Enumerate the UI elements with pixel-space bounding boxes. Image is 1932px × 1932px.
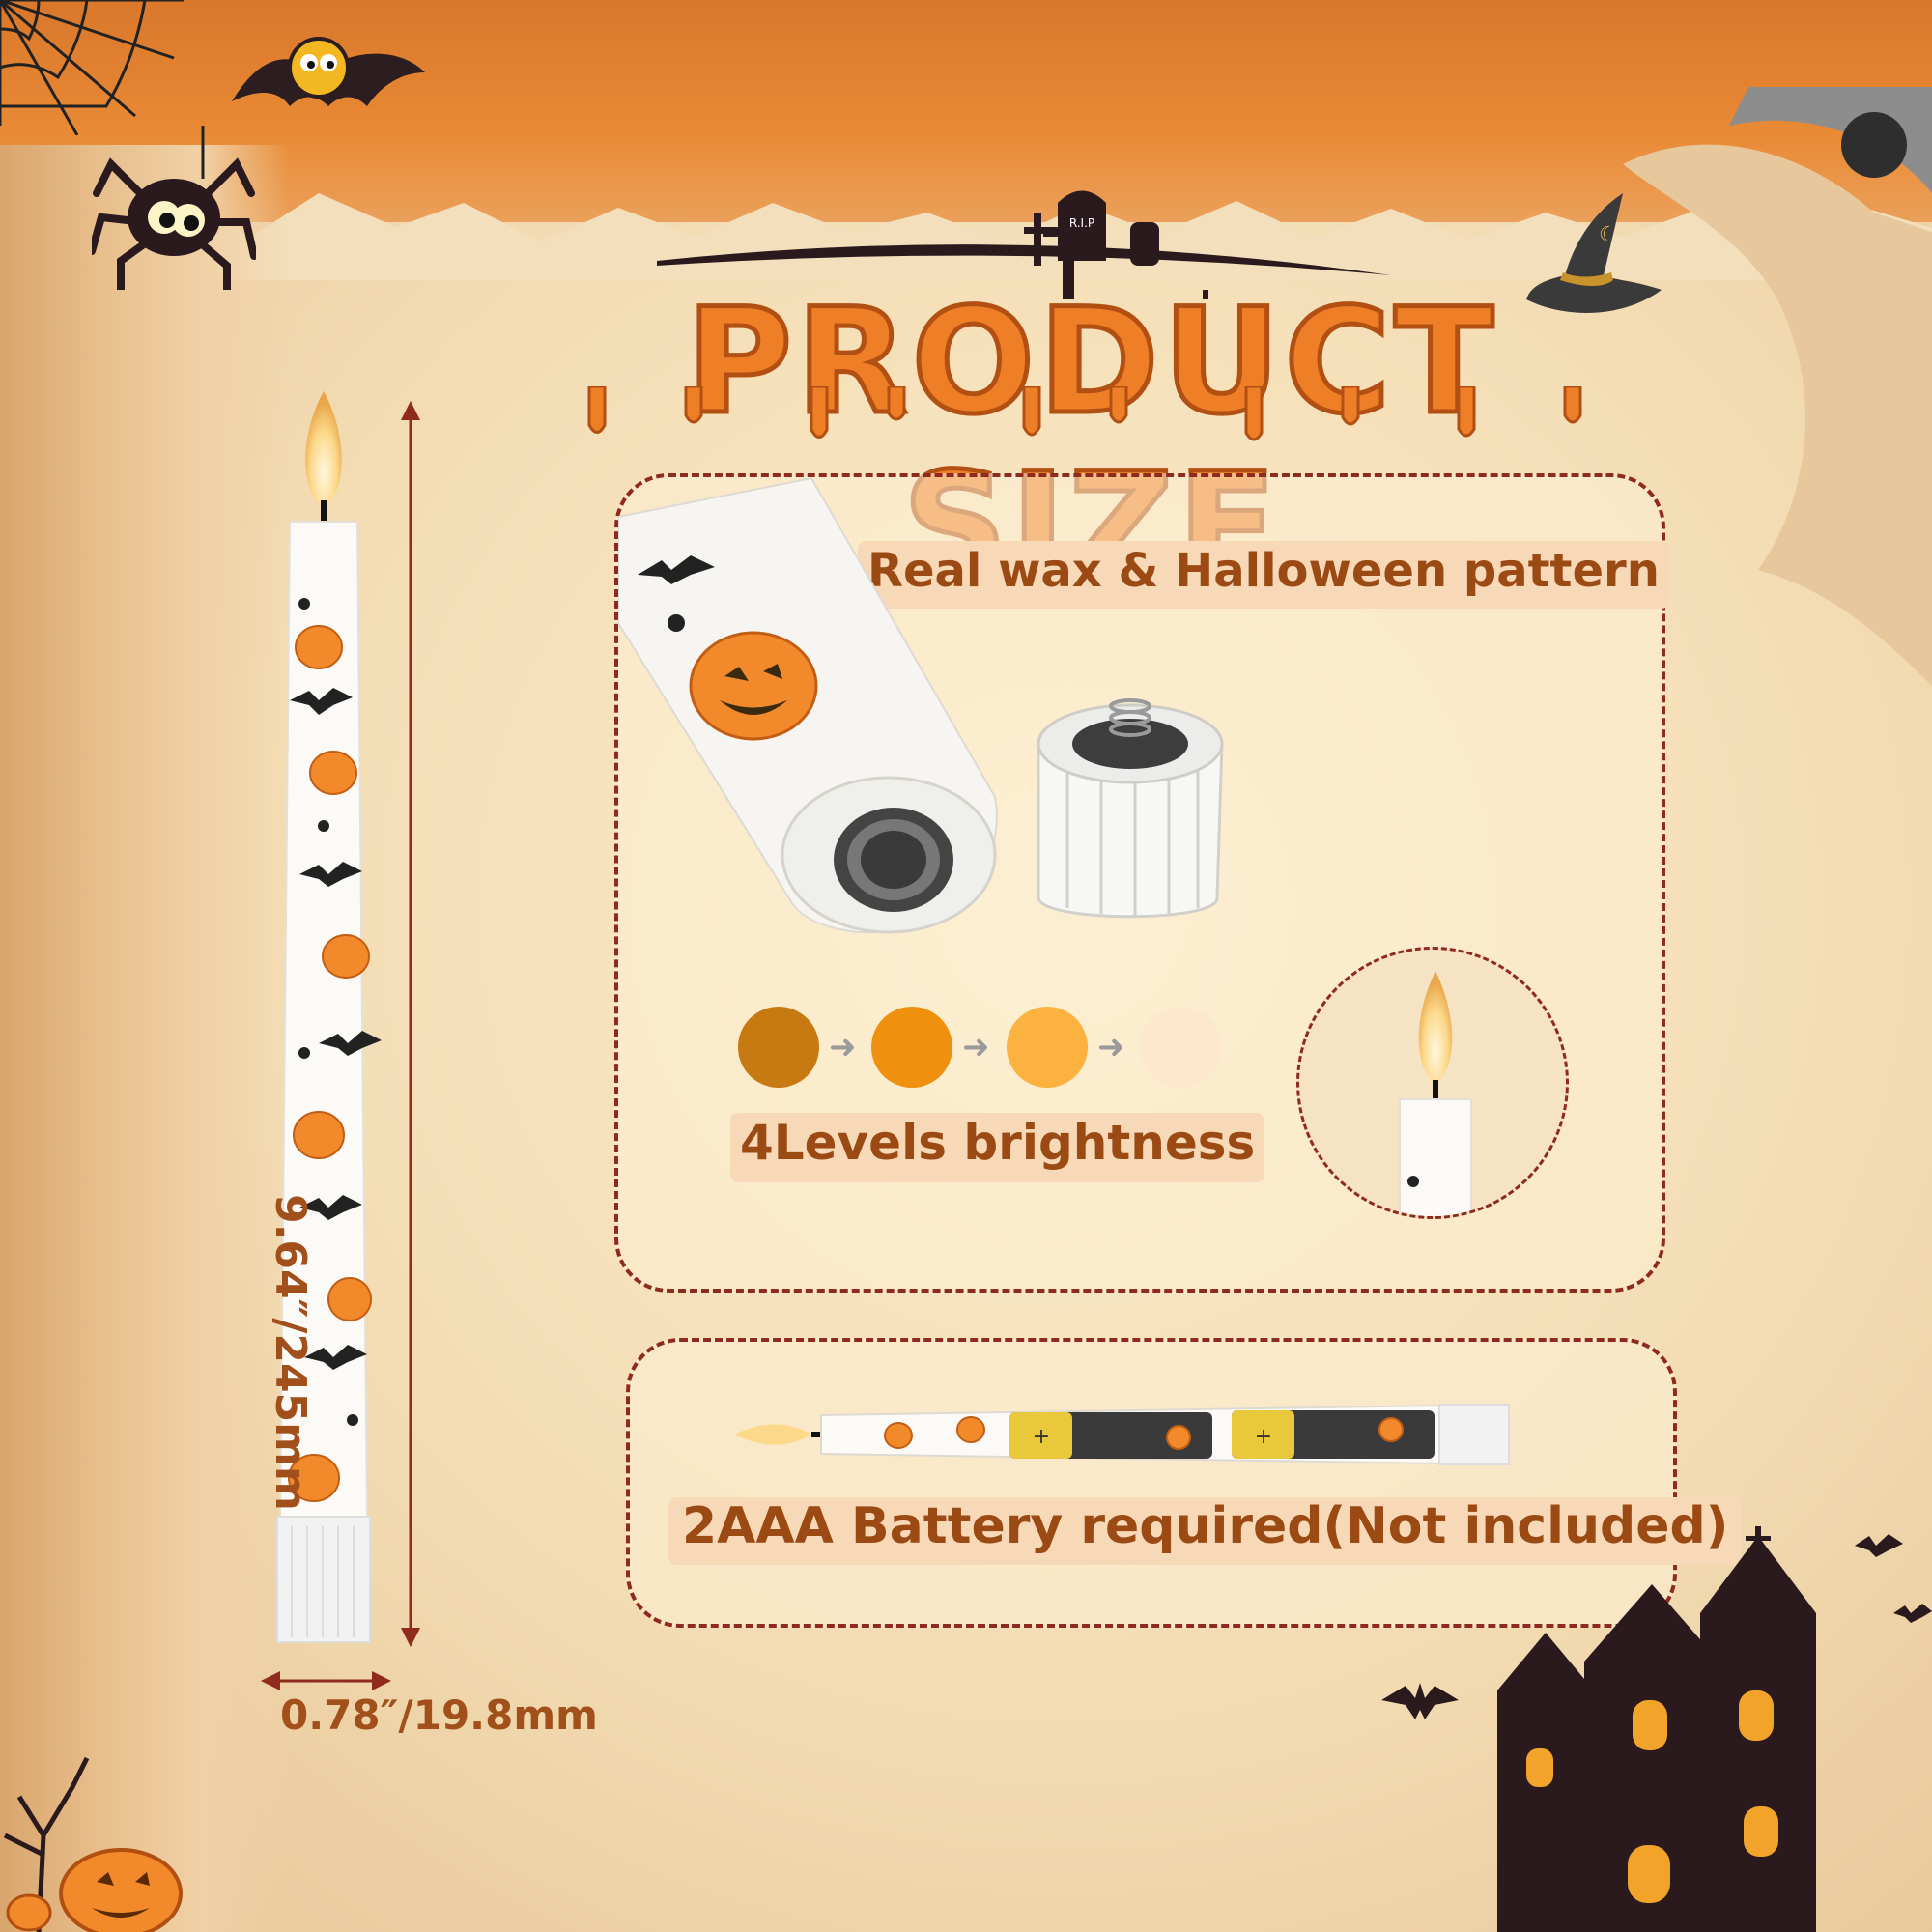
title-drips xyxy=(587,386,1582,441)
svg-text:+: + xyxy=(1255,1425,1272,1449)
brightness-level-3-dot xyxy=(1007,1007,1088,1088)
svg-text:☾: ☾ xyxy=(1599,223,1618,247)
svg-text:+: + xyxy=(1033,1425,1050,1449)
battery-cutaway-candle-image: + + xyxy=(734,1403,1510,1466)
bat-icon xyxy=(232,37,425,106)
brightness-level-1-dot xyxy=(738,1007,819,1088)
height-dimension-label: 9.64″/245mm xyxy=(266,1194,315,1511)
spider-icon xyxy=(92,126,256,290)
battery-cap-image xyxy=(1037,698,1224,919)
height-dimension-line xyxy=(401,401,420,1647)
flame-closeup-circle xyxy=(1296,947,1569,1219)
spider-web-icon xyxy=(0,0,184,135)
arrow-right-icon: ➜ xyxy=(962,1028,990,1066)
brightness-level-2-dot xyxy=(871,1007,952,1088)
haunted-house-icon xyxy=(1497,1526,1932,1932)
brightness-level-4-dot xyxy=(1140,1007,1221,1088)
left-curtain-drape xyxy=(0,145,290,1932)
grave-rip-text: R.I.P xyxy=(1069,216,1094,230)
brightness-levels-label: 4Levels brightness xyxy=(730,1113,1265,1182)
arrow-right-icon: ➜ xyxy=(1097,1028,1125,1066)
candle-base-closeup-image xyxy=(618,478,998,934)
arrow-right-icon: ➜ xyxy=(829,1028,857,1066)
width-dimension-label: 0.78″/19.8mm xyxy=(280,1691,598,1739)
flame-closeup-image xyxy=(1399,971,1472,1216)
bat-silhouette-icon xyxy=(1381,1683,1459,1719)
pumpkin-tree-icon xyxy=(3,1756,183,1932)
